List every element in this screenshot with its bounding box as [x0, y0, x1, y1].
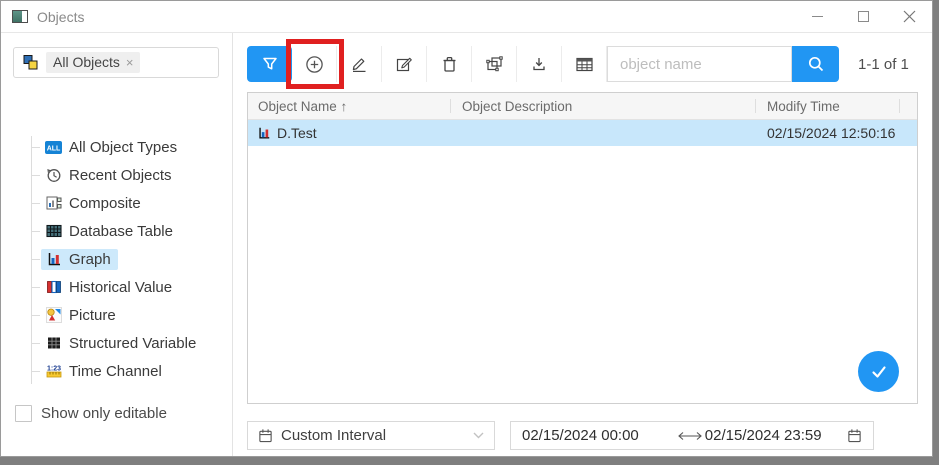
composite-icon	[45, 195, 62, 211]
import-button[interactable]	[517, 46, 562, 82]
range-end: 02/15/2024 23:59	[705, 427, 822, 444]
object-filter-box[interactable]: All Objects ×	[13, 47, 219, 78]
minimize-icon	[812, 16, 823, 17]
column-header-modify-time[interactable]: Modify Time	[755, 93, 899, 119]
search-input[interactable]	[607, 46, 792, 82]
svg-text:1:23: 1:23	[46, 366, 60, 373]
objects-window: Objects All Objects ×	[0, 0, 933, 457]
tree-item-recent-objects[interactable]: Recent Objects	[1, 161, 232, 189]
delete-button[interactable]	[427, 46, 472, 82]
calendar-icon	[258, 428, 273, 443]
database-table-icon	[45, 223, 62, 239]
maximize-icon	[858, 11, 869, 22]
main-area: 1-1 of 1 Object Name ↑ Object Descriptio…	[233, 33, 932, 456]
result-count: 1-1 of 1	[858, 56, 909, 73]
edit-square-icon	[395, 55, 413, 73]
tree-item-picture[interactable]: Picture	[1, 301, 232, 329]
maximize-button[interactable]	[840, 1, 886, 32]
column-header-object-description[interactable]: Object Description	[450, 93, 755, 119]
overlap-rectangles-icon	[485, 55, 504, 73]
column-header-object-name[interactable]: Object Name ↑	[248, 93, 450, 119]
trash-icon	[441, 55, 458, 73]
svg-text:ALL: ALL	[47, 145, 61, 152]
pencil-icon	[350, 55, 368, 73]
titlebar: Objects	[1, 1, 932, 33]
show-only-editable-toggle[interactable]: Show only editable	[15, 405, 167, 422]
column-header-spacer	[899, 93, 917, 119]
object-table: Object Name ↑ Object Description Modify …	[247, 92, 918, 404]
interval-label: Custom Interval	[281, 427, 386, 444]
chip-remove-icon[interactable]: ×	[126, 55, 134, 70]
graph-icon	[257, 126, 271, 140]
download-icon	[530, 55, 548, 73]
circle-plus-icon	[305, 55, 324, 74]
edit-button[interactable]	[382, 46, 427, 82]
object-type-tree: ALL All Object Types Recent Objects Comp…	[1, 133, 232, 385]
app-icon	[12, 10, 28, 23]
recent-objects-icon	[45, 167, 62, 183]
tree-item-all-object-types[interactable]: ALL All Object Types	[1, 133, 232, 161]
filter-chip-label: All Objects	[53, 54, 120, 70]
close-button[interactable]	[886, 1, 932, 32]
tree-item-composite[interactable]: Composite	[1, 189, 232, 217]
tree-item-structured-variable[interactable]: Structured Variable	[1, 329, 232, 357]
graph-icon	[45, 251, 62, 267]
check-icon	[868, 361, 890, 383]
tree-item-time-channel[interactable]: 1:23 Time Channel	[1, 357, 232, 385]
funnel-icon	[261, 55, 279, 73]
show-only-editable-label: Show only editable	[41, 405, 167, 422]
group-button[interactable]	[472, 46, 517, 82]
chevron-down-icon	[473, 432, 484, 439]
search-button[interactable]	[792, 46, 839, 82]
time-channel-icon: 1:23	[45, 363, 62, 379]
row-modify-time: 02/15/2024 12:50:16	[755, 120, 899, 146]
all-object-types-icon: ALL	[45, 139, 62, 155]
tree-item-graph[interactable]: Graph	[1, 245, 232, 273]
historical-value-icon	[45, 279, 62, 295]
toolbar: 1-1 of 1	[247, 46, 909, 82]
date-range-picker[interactable]: 02/15/2024 00:00 02/15/2024 23:59	[510, 421, 874, 450]
table-icon	[575, 56, 594, 73]
range-start: 02/15/2024 00:00	[522, 427, 639, 444]
row-object-description	[450, 120, 755, 146]
objects-icon	[22, 54, 39, 71]
picture-icon	[45, 307, 62, 323]
structured-variable-icon	[45, 335, 62, 351]
filter-button[interactable]	[247, 46, 292, 82]
table-view-button[interactable]	[562, 46, 607, 82]
tree-item-database-table[interactable]: Database Table	[1, 217, 232, 245]
range-arrow-icon	[677, 431, 703, 441]
close-icon	[903, 10, 916, 23]
filter-chip[interactable]: All Objects ×	[46, 52, 140, 73]
tree-selected-node: Graph	[41, 249, 118, 270]
add-button[interactable]	[292, 46, 337, 82]
show-only-editable-checkbox[interactable]	[15, 405, 32, 422]
calendar-icon	[847, 428, 862, 443]
table-header: Object Name ↑ Object Description Modify …	[248, 93, 917, 120]
rename-button[interactable]	[337, 46, 382, 82]
row-object-name: D.Test	[277, 125, 317, 141]
interval-select[interactable]: Custom Interval	[247, 421, 495, 450]
window-title: Objects	[37, 9, 84, 25]
table-row[interactable]: D.Test 02/15/2024 12:50:16	[248, 120, 917, 146]
tree-item-historical-value[interactable]: Historical Value	[1, 273, 232, 301]
minimize-button[interactable]	[794, 1, 840, 32]
search-icon	[807, 55, 825, 73]
confirm-button[interactable]	[858, 351, 899, 392]
sidebar: All Objects × ALL All Object Types Recen…	[1, 33, 233, 456]
